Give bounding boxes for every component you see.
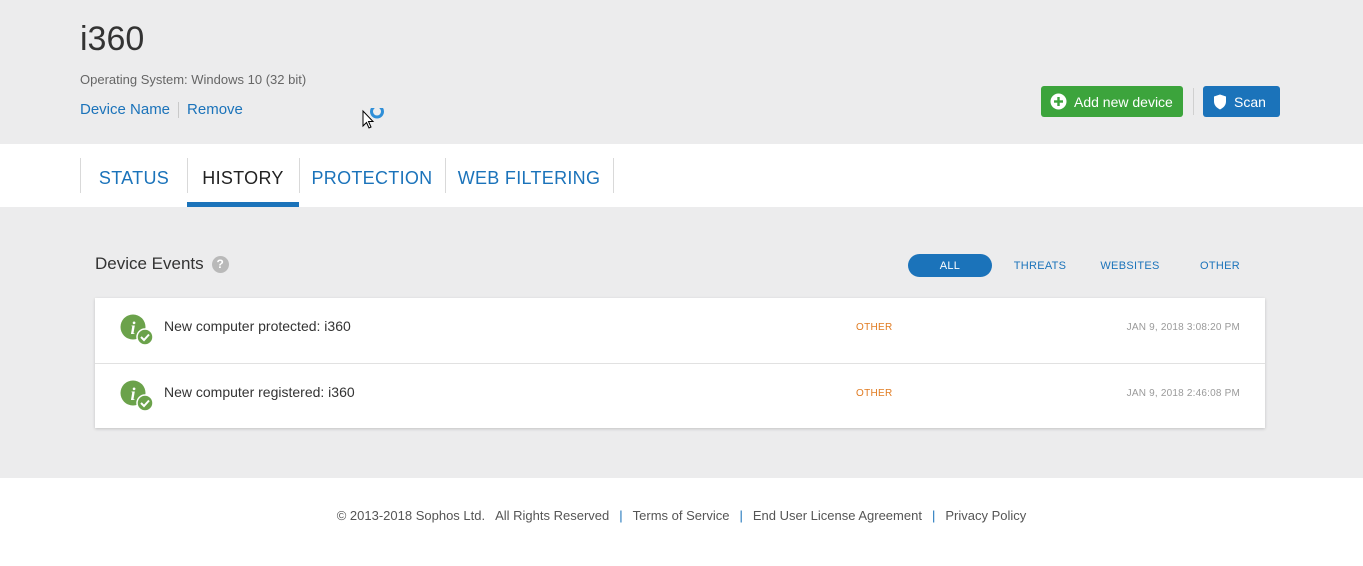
plus-circle-icon (1050, 93, 1067, 110)
button-divider (1193, 88, 1194, 115)
event-row: i New computer protected: i360 OTHER JAN… (95, 298, 1265, 363)
event-timestamp: JAN 9, 2018 2:46:08 PM (1126, 388, 1240, 399)
mouse-cursor-busy-icon (362, 108, 384, 129)
filter-websites[interactable]: WEBSITES (1090, 254, 1170, 277)
filter-other[interactable]: OTHER (1180, 254, 1260, 277)
privacy-policy-link[interactable]: Privacy Policy (945, 508, 1026, 523)
device-links: Device Name Remove (80, 101, 243, 118)
svg-text:i: i (130, 318, 135, 338)
scan-label: Scan (1234, 93, 1266, 110)
scan-button[interactable]: Scan (1203, 86, 1280, 117)
remove-link[interactable]: Remove (187, 101, 243, 118)
event-category: OTHER (856, 322, 893, 333)
device-name-link[interactable]: Device Name (80, 101, 170, 118)
tab-divider (613, 158, 614, 193)
event-text: New computer protected: i360 (164, 318, 351, 334)
device-events-title: Device Events (95, 254, 204, 273)
tab-status[interactable]: STATUS (81, 158, 187, 207)
page-footer: © 2013-2018 Sophos Ltd. All Rights Reser… (0, 478, 1363, 566)
tab-protection[interactable]: PROTECTION (299, 158, 445, 207)
rights-text: All Rights Reserved (495, 508, 610, 523)
copyright-text: © 2013-2018 Sophos Ltd. (336, 508, 486, 523)
add-new-device-label: Add new device (1074, 93, 1173, 110)
eula-link[interactable]: End User License Agreement (753, 508, 922, 523)
footer-separator: | (931, 508, 936, 523)
filter-threats[interactable]: THREATS (1000, 254, 1080, 277)
info-check-icon: i (120, 380, 154, 412)
link-divider (178, 101, 180, 118)
filter-all[interactable]: ALL (908, 254, 992, 277)
device-header: i360 Operating System: Windows 10 (32 bi… (0, 0, 1363, 144)
device-events-heading: Device Events ? (95, 254, 229, 274)
event-row: i New computer registered: i360 OTHER JA… (95, 363, 1265, 428)
terms-of-service-link[interactable]: Terms of Service (633, 508, 730, 523)
add-new-device-button[interactable]: Add new device (1041, 86, 1183, 117)
tab-web-filtering[interactable]: WEB FILTERING (445, 158, 613, 207)
shield-icon (1213, 94, 1227, 110)
operating-system-label: Operating System: Windows 10 (32 bit) (80, 72, 307, 87)
svg-text:i: i (130, 384, 135, 404)
tab-history[interactable]: HISTORY (187, 158, 299, 207)
history-panel: Device Events ? ALL THREATS WEBSITES OTH… (0, 207, 1363, 478)
event-timestamp: JAN 9, 2018 3:08:20 PM (1126, 322, 1240, 333)
footer-links: © 2013-2018 Sophos Ltd. All Rights Reser… (0, 508, 1363, 523)
footer-separator: | (739, 508, 743, 523)
device-title: i360 (80, 20, 145, 58)
events-list: i New computer protected: i360 OTHER JAN… (95, 298, 1265, 428)
event-text: New computer registered: i360 (164, 384, 355, 400)
event-category: OTHER (856, 388, 893, 399)
footer-separator: | (619, 508, 623, 523)
info-check-icon: i (120, 314, 154, 346)
help-icon[interactable]: ? (211, 255, 229, 273)
